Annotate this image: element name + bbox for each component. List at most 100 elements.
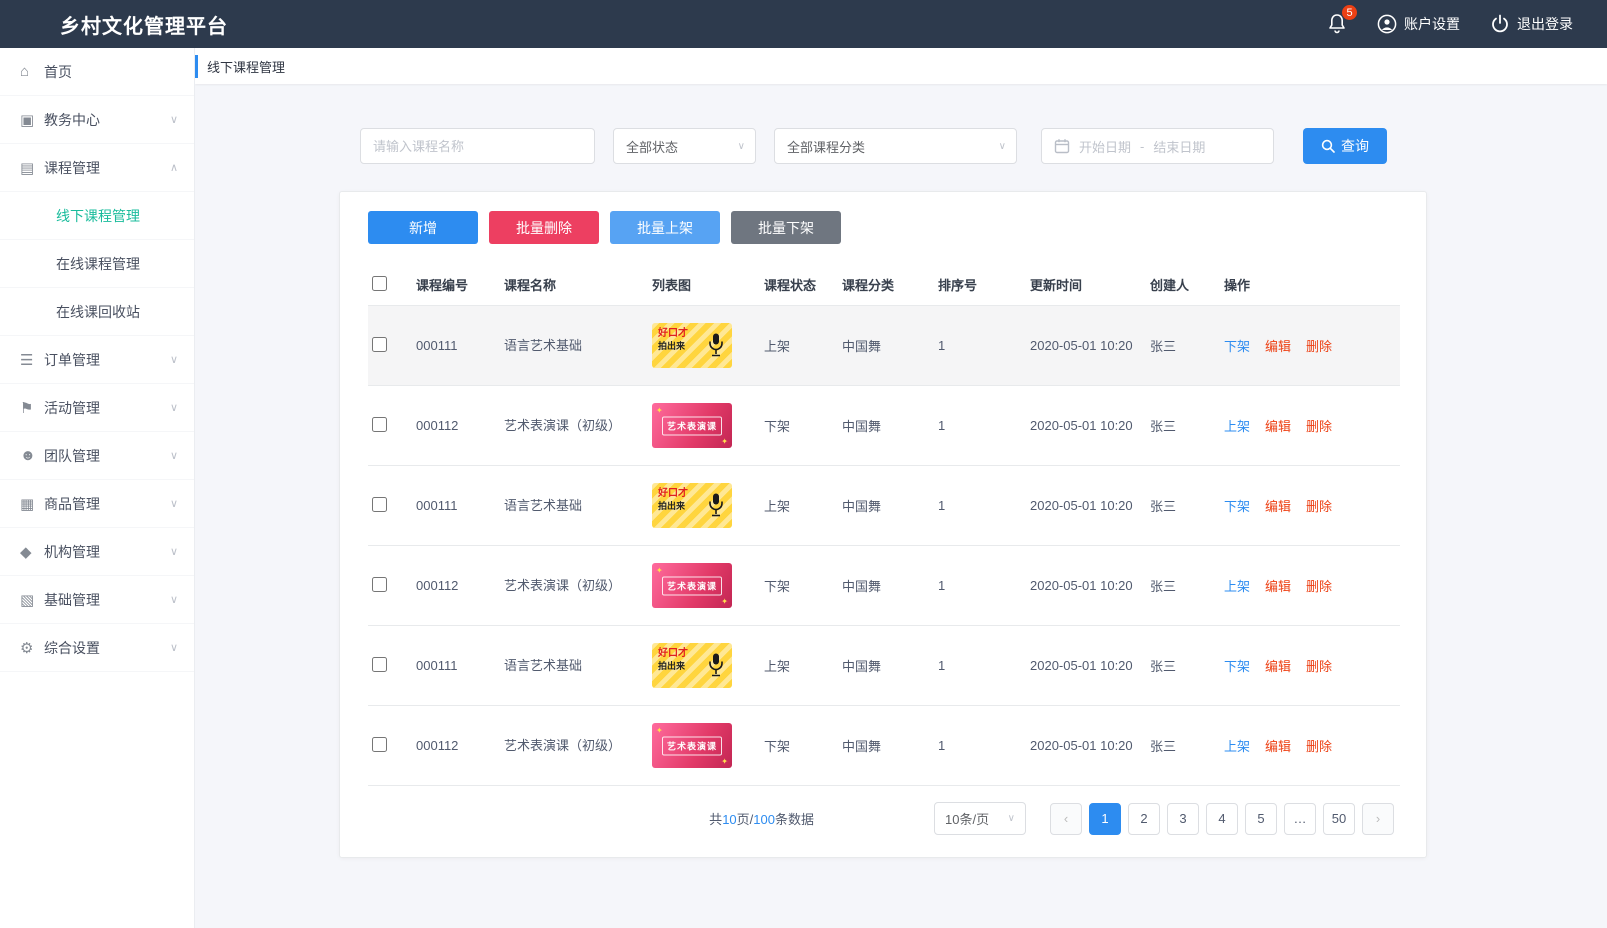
date-range-picker[interactable]: 开始日期 - 结束日期 — [1041, 128, 1274, 164]
chevron-down-icon: ∨ — [170, 113, 178, 126]
batch-put-on-button[interactable]: 批量上架 — [610, 211, 720, 244]
sidebar-item-home[interactable]: ⌂首页 — [0, 48, 194, 96]
sparkle-icon: ✦ — [721, 597, 728, 606]
summary-part: 10 — [722, 812, 736, 827]
query-button[interactable]: 查询 — [1303, 128, 1387, 164]
sort-no-cell: 1 — [934, 386, 1026, 466]
add-button[interactable]: 新增 — [368, 211, 478, 244]
course-name-input[interactable] — [360, 128, 595, 164]
sidebar-item-basic-management[interactable]: ▧基础管理∨ — [0, 576, 194, 624]
sidebar-subitem-online-course-recycle[interactable]: 在线课回收站 — [0, 288, 194, 336]
row-checkbox[interactable] — [372, 497, 387, 512]
prev-page-button[interactable]: ‹ — [1050, 803, 1082, 835]
page-button-5[interactable]: 5 — [1245, 803, 1277, 835]
creator-cell: 张三 — [1146, 306, 1220, 386]
edit-action-link[interactable]: 编辑 — [1265, 739, 1291, 754]
course-status-cell: 下架 — [760, 546, 838, 626]
batch-delete-button[interactable]: 批量删除 — [489, 211, 599, 244]
take-down-action-link[interactable]: 下架 — [1224, 499, 1250, 514]
put-on-action-link[interactable]: 上架 — [1224, 579, 1250, 594]
pagination: 共10页/100条数据 10条/页 ∨ ‹12345…50› — [368, 786, 1398, 845]
take-down-action-link[interactable]: 下架 — [1224, 659, 1250, 674]
row-checkbox-cell — [368, 386, 412, 466]
chevron-up-icon: ∧ — [170, 161, 178, 174]
sidebar-item-label: 订单管理 — [44, 350, 170, 370]
sidebar-item-org-management[interactable]: ◆机构管理∨ — [0, 528, 194, 576]
select-all-checkbox[interactable] — [372, 276, 387, 291]
course-category-cell: 中国舞 — [838, 546, 934, 626]
sidebar-subitem-online-course[interactable]: 在线课程管理 — [0, 240, 194, 288]
delete-action-link[interactable]: 删除 — [1306, 739, 1332, 754]
search-icon — [1321, 139, 1335, 153]
thumb-text-line2: 拍出来 — [658, 502, 685, 511]
list-image-cell: 好口才拍出来 — [648, 306, 760, 386]
query-button-label: 查询 — [1341, 136, 1369, 156]
row-checkbox[interactable] — [372, 657, 387, 672]
sidebar-item-academic-center[interactable]: ▣教务中心∨ — [0, 96, 194, 144]
delete-action-link[interactable]: 删除 — [1306, 339, 1332, 354]
page-button-4[interactable]: 4 — [1206, 803, 1238, 835]
page-button-2[interactable]: 2 — [1128, 803, 1160, 835]
creator-cell: 张三 — [1146, 546, 1220, 626]
edit-action-link[interactable]: 编辑 — [1265, 499, 1291, 514]
page-button-50[interactable]: 50 — [1323, 803, 1355, 835]
actions-cell: 下架编辑删除 — [1220, 466, 1400, 546]
sidebar-item-order-management[interactable]: ☰订单管理∨ — [0, 336, 194, 384]
column-header-list-image: 列表图 — [648, 264, 760, 306]
edit-action-link[interactable]: 编辑 — [1265, 419, 1291, 434]
app-title: 乡村文化管理平台 — [60, 10, 228, 39]
sidebar-item-team-management[interactable]: ☻团队管理∨ — [0, 432, 194, 480]
actions-cell: 下架编辑删除 — [1220, 306, 1400, 386]
column-header-actions: 操作 — [1220, 264, 1400, 306]
main-area: 线下课程管理 全部状态 ∨ 全部课程分类 ∨ 开始日期 - 结束日期 — [195, 48, 1607, 928]
sidebar-item-label: 综合设置 — [44, 638, 170, 658]
batch-take-down-button[interactable]: 批量下架 — [731, 211, 841, 244]
cart-icon: ▦ — [20, 495, 44, 513]
table-row: 000112艺术表演课（初级）✦艺术表演课✦下架中国舞12020-05-01 1… — [368, 706, 1400, 786]
status-select[interactable]: 全部状态 ∨ — [613, 128, 756, 164]
thumb-text-line1: 好口才 — [658, 489, 688, 499]
put-on-action-link[interactable]: 上架 — [1224, 419, 1250, 434]
edit-action-link[interactable]: 编辑 — [1265, 339, 1291, 354]
course-category-cell: 中国舞 — [838, 306, 934, 386]
row-checkbox[interactable] — [372, 577, 387, 592]
edit-action-link[interactable]: 编辑 — [1265, 579, 1291, 594]
delete-action-link[interactable]: 删除 — [1306, 659, 1332, 674]
user-icon — [1377, 14, 1397, 34]
course-status-cell: 上架 — [760, 306, 838, 386]
course-thumb-pink-dance: ✦艺术表演课✦ — [652, 403, 732, 448]
page-ellipsis[interactable]: … — [1284, 803, 1316, 835]
page-size-select[interactable]: 10条/页 ∨ — [934, 802, 1026, 835]
take-down-action-link[interactable]: 下架 — [1224, 339, 1250, 354]
page-button-3[interactable]: 3 — [1167, 803, 1199, 835]
category-select[interactable]: 全部课程分类 ∨ — [774, 128, 1017, 164]
delete-action-link[interactable]: 删除 — [1306, 499, 1332, 514]
logout-button[interactable]: 退出登录 — [1490, 14, 1573, 34]
page-button-1[interactable]: 1 — [1089, 803, 1121, 835]
creator-cell: 张三 — [1146, 386, 1220, 466]
row-checkbox[interactable] — [372, 337, 387, 352]
column-header-creator: 创建人 — [1146, 264, 1220, 306]
account-settings-button[interactable]: 账户设置 — [1377, 14, 1460, 34]
put-on-action-link[interactable]: 上架 — [1224, 739, 1250, 754]
row-checkbox[interactable] — [372, 737, 387, 752]
delete-action-link[interactable]: 删除 — [1306, 579, 1332, 594]
chevron-down-icon: ∨ — [170, 353, 178, 366]
course-name-text: 艺术表演课（初级） — [504, 736, 616, 756]
notifications-button[interactable]: 5 — [1327, 13, 1347, 35]
sidebar-item-general-settings[interactable]: ⚙综合设置∨ — [0, 624, 194, 672]
row-checkbox[interactable] — [372, 417, 387, 432]
monitor-icon: ▣ — [20, 111, 44, 129]
edit-action-link[interactable]: 编辑 — [1265, 659, 1291, 674]
sidebar-item-activity-management[interactable]: ⚑活动管理∨ — [0, 384, 194, 432]
sidebar-subitem-offline-course[interactable]: 线下课程管理 — [0, 192, 194, 240]
table-header-row: 课程编号课程名称列表图课程状态课程分类排序号更新时间创建人操作 — [368, 264, 1400, 306]
sidebar-item-course-management[interactable]: ▤课程管理∧ — [0, 144, 194, 192]
sidebar-item-goods-management[interactable]: ▦商品管理∨ — [0, 480, 194, 528]
sidebar-item-label: 机构管理 — [44, 542, 170, 562]
sort-no-cell: 1 — [934, 466, 1026, 546]
list-image-cell: ✦艺术表演课✦ — [648, 546, 760, 626]
delete-action-link[interactable]: 删除 — [1306, 419, 1332, 434]
next-page-button[interactable]: › — [1362, 803, 1394, 835]
sidebar: ⌂首页▣教务中心∨▤课程管理∧线下课程管理在线课程管理在线课回收站☰订单管理∨⚑… — [0, 48, 195, 928]
